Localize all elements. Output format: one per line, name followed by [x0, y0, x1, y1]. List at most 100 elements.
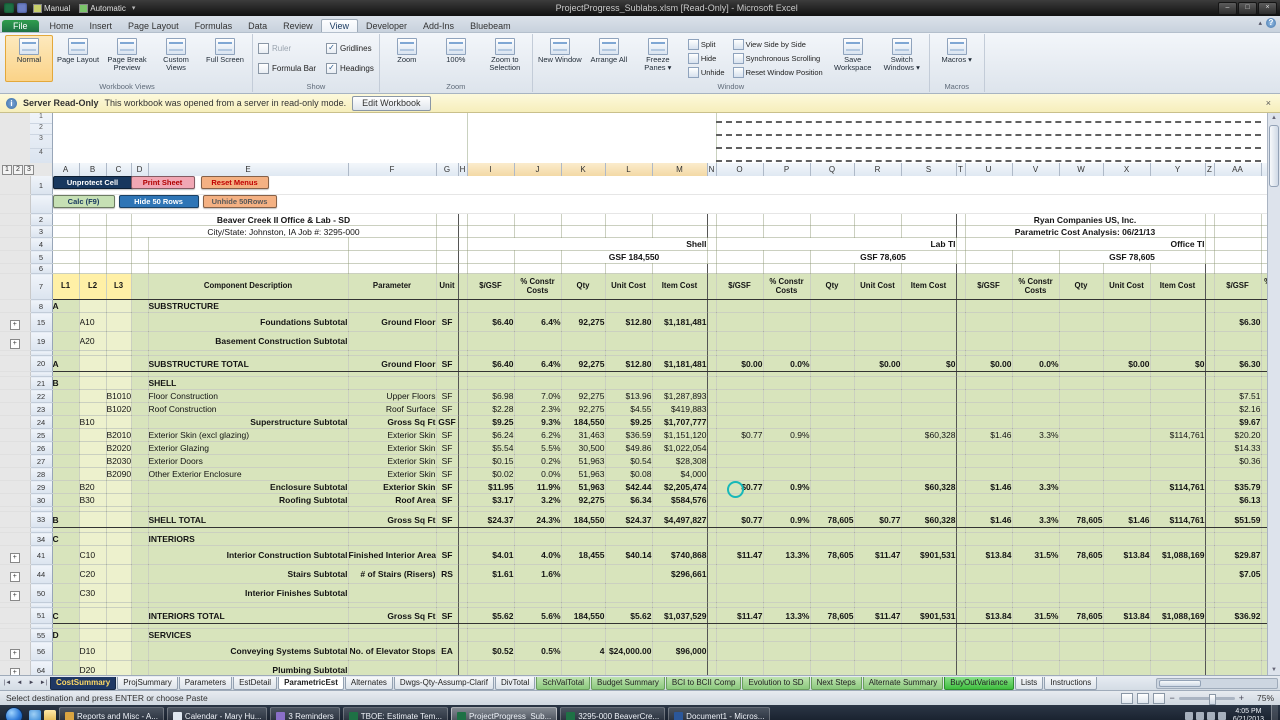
cell-R33[interactable]: $0.77 [854, 512, 901, 528]
cell-C41[interactable] [106, 546, 131, 565]
cell-E15[interactable]: Foundations Subtotal [148, 313, 348, 332]
cell-Z22[interactable] [1205, 390, 1214, 403]
infobar-close-icon[interactable]: × [1263, 98, 1274, 108]
row-header-28[interactable]: 28 [30, 468, 52, 481]
cell-X24[interactable] [1103, 416, 1150, 429]
cell-P24[interactable] [763, 416, 810, 429]
cell-I3[interactable] [467, 226, 514, 238]
sheet-nav-prev-icon[interactable]: ◄ [14, 680, 25, 686]
freeze-panes-button[interactable]: Freeze Panes ▾ [634, 35, 682, 82]
cell-C22[interactable]: B1010 [106, 390, 131, 403]
cell-T6[interactable] [956, 264, 965, 274]
cell-D3[interactable]: City/State: Johnston, IA Job #: 3295-000 [131, 226, 436, 238]
sheet-tab-estdetail[interactable]: EstDetail [233, 677, 277, 690]
cell-M41[interactable]: $740,868 [652, 546, 707, 565]
cell-L41[interactable]: $40.14 [605, 546, 652, 565]
cell-U33[interactable]: $1.46 [965, 512, 1012, 528]
sheet-tab-projsummary[interactable]: ProjSummary [117, 677, 177, 690]
cell-V25[interactable]: 3.3% [1012, 429, 1059, 442]
cell-N2[interactable] [707, 214, 716, 226]
restore-button[interactable]: □ [1238, 2, 1257, 15]
cell-V20[interactable]: 0.0% [1012, 356, 1059, 372]
cell-P8[interactable] [763, 300, 810, 313]
outline-level-3-button[interactable]: 3 [24, 165, 34, 175]
cell-E50[interactable]: Interior Finishes Subtotal [148, 584, 348, 603]
cell-U7[interactable]: $/GSF [965, 274, 1012, 300]
cell-O24[interactable] [716, 416, 763, 429]
cell-W24[interactable] [1059, 416, 1103, 429]
cell-T51[interactable] [956, 608, 965, 624]
cell-R3[interactable] [854, 226, 901, 238]
cell-L3[interactable] [605, 226, 652, 238]
cell-U30[interactable] [965, 494, 1012, 507]
cell-F25[interactable]: Exterior Skin [348, 429, 436, 442]
cell-Y29[interactable]: $114,761 [1150, 481, 1205, 494]
cell-I20[interactable]: $6.40 [467, 356, 514, 372]
cell-P25[interactable]: 0.9% [763, 429, 810, 442]
cell-G20[interactable]: SF [436, 356, 458, 372]
cell-B26[interactable] [79, 442, 106, 455]
cell-M50[interactable] [652, 584, 707, 603]
cell-L8[interactable] [605, 300, 652, 313]
column-header-P[interactable]: P [763, 163, 810, 176]
cell-K28[interactable]: 51,963 [561, 468, 605, 481]
cell-D56[interactable] [131, 642, 148, 661]
cell-N6[interactable] [707, 264, 716, 274]
cell-I4[interactable]: Shell [467, 238, 707, 251]
view-side-by-side-button[interactable]: View Side by Side [731, 37, 825, 51]
cell-T15[interactable] [956, 313, 965, 332]
cell-R30[interactable] [854, 494, 901, 507]
cell-A5[interactable] [52, 251, 79, 264]
cell-X7[interactable]: Unit Cost [1103, 274, 1150, 300]
cell-Q29[interactable] [810, 481, 854, 494]
ribbon-tab-review[interactable]: Review [275, 20, 321, 32]
cell-R41[interactable]: $11.47 [854, 546, 901, 565]
cell-D26[interactable] [131, 442, 148, 455]
cell-W15[interactable] [1059, 313, 1103, 332]
cell-Q19[interactable] [810, 332, 854, 351]
cell-K27[interactable]: 51,963 [561, 455, 605, 468]
normal-view-button[interactable] [1121, 693, 1133, 704]
cell-R29[interactable] [854, 481, 901, 494]
cell-X28[interactable] [1103, 468, 1150, 481]
cell-V24[interactable] [1012, 416, 1059, 429]
page-layout-view-button[interactable] [1137, 693, 1149, 704]
cell-H7[interactable] [458, 274, 467, 300]
cell-D15[interactable] [131, 313, 148, 332]
cell-D34[interactable] [131, 533, 148, 546]
cell-S26[interactable] [901, 442, 956, 455]
cell-A2[interactable] [52, 214, 79, 226]
cell-F29[interactable]: Exterior Skin [348, 481, 436, 494]
cell-Y21[interactable] [1150, 377, 1205, 390]
cell-N33[interactable] [707, 512, 716, 528]
hide-50-rows-button[interactable]: Hide 50 Rows [119, 195, 199, 208]
row-header-19[interactable]: 19 [30, 332, 52, 351]
cell-G7[interactable]: Unit [436, 274, 458, 300]
cell-R26[interactable] [854, 442, 901, 455]
arrange-all-button[interactable]: Arrange All [585, 35, 633, 82]
row-header-64[interactable]: 64 [30, 661, 52, 676]
cell-J28[interactable]: 0.0% [514, 468, 561, 481]
cell-T55[interactable] [956, 629, 965, 642]
cell-A64[interactable] [52, 661, 79, 676]
cell-E21[interactable]: SHELL [148, 377, 348, 390]
cell-L64[interactable] [605, 661, 652, 676]
cell-Z64[interactable] [1205, 661, 1214, 676]
cell-AA22[interactable]: $7.51 [1214, 390, 1261, 403]
cell-V55[interactable] [1012, 629, 1059, 642]
cell-Z15[interactable] [1205, 313, 1214, 332]
cell-Y22[interactable] [1150, 390, 1205, 403]
row-header-8[interactable]: 8 [30, 300, 52, 313]
cell-B55[interactable] [79, 629, 106, 642]
cell-R28[interactable] [854, 468, 901, 481]
cell-W5[interactable]: GSF 78,605 [1059, 251, 1205, 264]
cell-I64[interactable] [467, 661, 514, 676]
row-header-22[interactable]: 22 [30, 390, 52, 403]
cell-M6[interactable] [652, 264, 707, 274]
cell-S34[interactable] [901, 533, 956, 546]
cell-R55[interactable] [854, 629, 901, 642]
cell-B21[interactable] [79, 377, 106, 390]
cell-D27[interactable] [131, 455, 148, 468]
cell-P28[interactable] [763, 468, 810, 481]
cell-L7[interactable]: Unit Cost [605, 274, 652, 300]
